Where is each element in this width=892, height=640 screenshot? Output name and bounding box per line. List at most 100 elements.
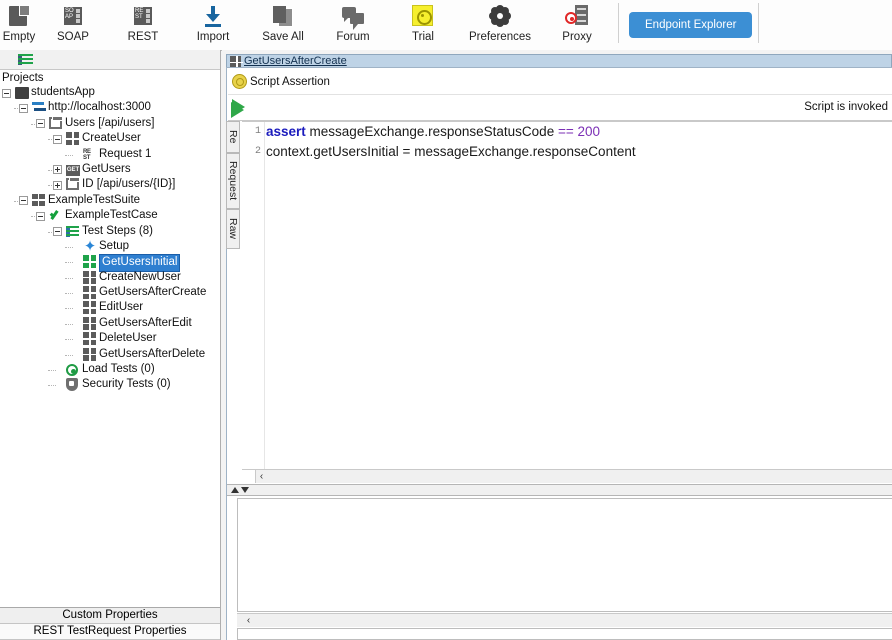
tree-node[interactable]: ✦ Setup: [0, 239, 220, 254]
teststep-grid-green-icon: [83, 255, 97, 269]
tree-node[interactable]: CreateNewUser: [0, 270, 220, 285]
tree-node[interactable]: Test Steps (8): [0, 224, 220, 239]
tree-node[interactable]: Load Tests (0): [0, 362, 220, 377]
tree-node[interactable]: DeleteUser: [0, 331, 220, 346]
teststep-grid-icon: [83, 316, 97, 331]
teststep-grid-icon: [83, 286, 97, 300]
get-method-icon: GET: [66, 163, 80, 177]
output-horizontal-scrollbar[interactable]: ‹: [237, 613, 892, 627]
script-horizontal-scrollbar[interactable]: ‹: [242, 469, 892, 483]
teststeps-icon: [66, 225, 80, 239]
tree-node-label: CreateNewUser: [99, 270, 181, 283]
editor-side-tab-re[interactable]: Re: [226, 121, 240, 153]
line-number: 1: [254, 126, 261, 137]
navigator-header: Projects: [2, 72, 44, 84]
script-output-pane[interactable]: [237, 498, 892, 612]
tree-node[interactable]: GetUsersAfterCreate: [0, 285, 220, 300]
tree-node[interactable]: ExampleTestSuite: [0, 193, 220, 208]
tree-collapse-icon[interactable]: [53, 227, 62, 237]
scroll-left-arrow-icon[interactable]: ‹: [256, 471, 267, 482]
tree-node-label: Request 1: [99, 147, 152, 160]
tree-node[interactable]: studentsApp: [0, 85, 220, 100]
teststep-grid-icon: [83, 347, 97, 362]
tree-node[interactable]: GetUsersAfterEdit: [0, 316, 220, 331]
tree-node[interactable]: ExampleTestCase: [0, 208, 220, 223]
toolbar-button-forum[interactable]: Forum: [318, 0, 388, 50]
toolbar-button-trial[interactable]: Trial: [388, 0, 458, 50]
soapui-window: Empty SO AP SOAP RE ST REST Import Save …: [0, 0, 892, 640]
tree-node[interactable]: EditUser: [0, 300, 220, 315]
editor-side-tabs[interactable]: Re Request Raw: [226, 121, 240, 251]
editor-splitter[interactable]: [227, 484, 892, 496]
rest-project-icon: RE ST: [131, 4, 155, 28]
code-token: messageExchange.responseStatusCode: [305, 124, 558, 139]
soap-project-icon: SO AP: [61, 4, 85, 28]
tree-connector: [65, 339, 73, 341]
toolbar-label-save-all: Save All: [262, 31, 304, 43]
tree-connector: [65, 246, 73, 248]
output-scroll-left-arrow-icon[interactable]: ‹: [243, 615, 254, 626]
navigator-list-icon[interactable]: [18, 54, 33, 65]
tree-collapse-icon[interactable]: [36, 211, 45, 221]
tree-collapse-icon[interactable]: [53, 134, 62, 144]
tree-node[interactable]: CreateUser: [0, 131, 220, 146]
tree-node[interactable]: GetUsersAfterDelete: [0, 347, 220, 362]
tree-node-label: studentsApp: [31, 86, 95, 98]
toolbar-button-preferences[interactable]: Preferences: [458, 0, 542, 50]
toolbar-button-import[interactable]: Import: [178, 0, 248, 50]
tree-node[interactable]: http://localhost:3000: [0, 100, 220, 115]
toolbar-button-rest[interactable]: RE ST REST: [108, 0, 178, 50]
code-line[interactable]: context.getUsersInitial = messageExchang…: [266, 142, 892, 162]
tree-expand-icon[interactable]: [53, 165, 62, 175]
editor-window-tab[interactable]: GetUsersAfterCreate: [226, 54, 892, 69]
endpoint-explorer-button[interactable]: Endpoint Explorer: [629, 12, 753, 38]
tree-node[interactable]: GET GetUsers: [0, 162, 220, 177]
properties-tabs: Custom Properties REST TestRequest Prope…: [0, 607, 220, 640]
resource-icon: [66, 177, 80, 192]
resource-icon: [49, 115, 63, 131]
tree-node-label: Test Steps (8): [82, 224, 153, 237]
tree-node[interactable]: Security Tests (0): [0, 377, 220, 392]
toolbar-button-proxy[interactable]: Proxy: [542, 0, 612, 50]
script-code[interactable]: assert messageExchange.responseStatusCod…: [266, 122, 892, 162]
splitter-down-arrow-icon[interactable]: [241, 487, 249, 493]
tree-connector: [65, 293, 73, 295]
properties-tab-rest-testrequest[interactable]: REST TestRequest Properties: [0, 624, 220, 640]
tree-node[interactable]: RE ST Request 1: [0, 147, 220, 162]
tree-collapse-icon[interactable]: [36, 119, 45, 129]
editor-side-tab-raw[interactable]: Raw: [226, 209, 240, 249]
code-token: context.getUsersInitial = messageExchang…: [266, 144, 636, 159]
project-tree[interactable]: studentsApp http://localhost:3000 Users [/…: [0, 84, 220, 393]
tree-collapse-icon[interactable]: [2, 88, 11, 98]
assertion-title: Script Assertion: [250, 75, 330, 88]
script-editor[interactable]: 12 assert messageExchange.responseStatus…: [242, 121, 892, 469]
tree-connector: [65, 154, 73, 156]
empty-project-icon: [7, 4, 31, 28]
code-line[interactable]: assert messageExchange.responseStatusCod…: [266, 122, 892, 142]
tree-collapse-icon[interactable]: [19, 196, 28, 206]
tree-node-label: Security Tests (0): [82, 378, 171, 391]
rest-request-icon: RE ST: [83, 148, 91, 161]
editor-side-tab-request[interactable]: Request: [226, 153, 240, 209]
toolbar-label-preferences: Preferences: [468, 31, 531, 43]
tree-node[interactable]: ID [/api/users/{ID}]: [0, 177, 220, 192]
proxy-icon: [565, 4, 589, 28]
testcase-check-icon: [49, 209, 63, 223]
service-arrows-icon: [32, 101, 46, 115]
toolbar-label-empty: Empty: [2, 31, 36, 43]
tree-connector: [65, 277, 73, 279]
toolbar-button-save-all[interactable]: Save All: [248, 0, 318, 50]
tree-collapse-icon[interactable]: [19, 103, 28, 113]
splitter-up-arrow-icon[interactable]: [231, 487, 239, 493]
run-play-icon[interactable]: [231, 102, 244, 118]
toolbar-label-forum: Forum: [336, 31, 370, 43]
properties-tab-custom[interactable]: Custom Properties: [0, 608, 220, 624]
tree-node[interactable]: GetUsersInitial: [0, 254, 220, 272]
preferences-gear-icon: [488, 4, 512, 28]
tree-node-label: GetUsersAfterDelete: [99, 347, 206, 360]
testsuite-icon: [32, 193, 46, 208]
toolbar-button-empty[interactable]: Empty: [0, 0, 38, 50]
tree-expand-icon[interactable]: [53, 180, 62, 190]
toolbar-button-soap[interactable]: SO AP SOAP: [38, 0, 108, 50]
tree-node[interactable]: Users [/api/users]: [0, 115, 220, 131]
